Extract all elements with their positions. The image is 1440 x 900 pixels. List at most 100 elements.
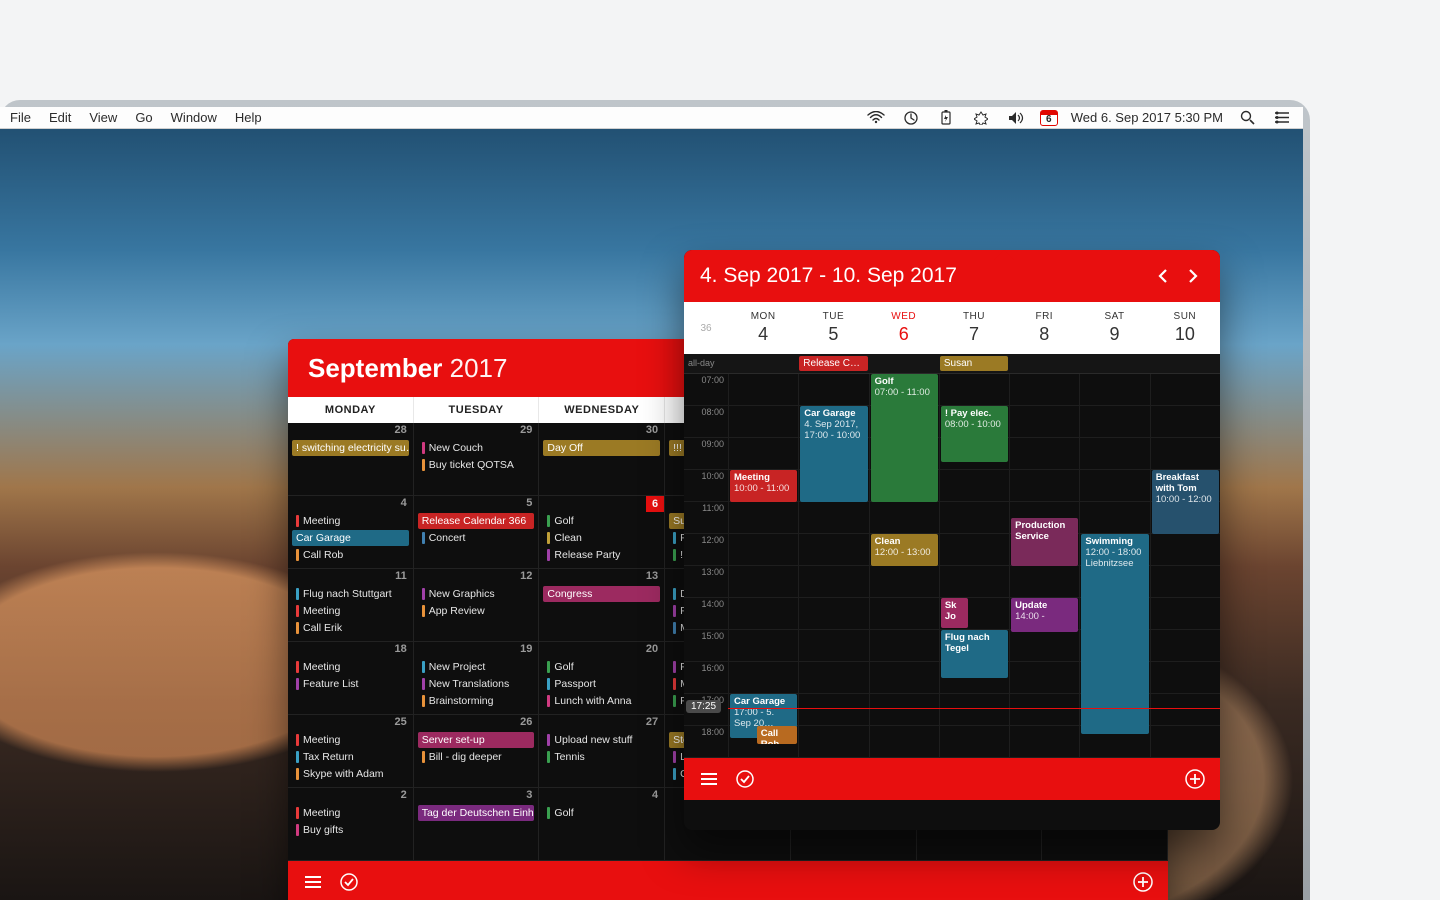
month-event[interactable]: Meeting <box>292 603 409 619</box>
menubar-calendar-icon[interactable]: 6 <box>1040 110 1058 126</box>
month-event[interactable]: Day Off <box>543 440 660 456</box>
month-day-cell[interactable]: 4MeetingCar GarageCall Rob <box>288 496 414 569</box>
month-event[interactable]: Brainstorming <box>418 693 535 709</box>
week-event[interactable]: Update14:00 - <box>1011 598 1078 632</box>
menu-view[interactable]: View <box>89 110 117 125</box>
month-event[interactable]: New Translations <box>418 676 535 692</box>
menu-icon[interactable] <box>698 768 720 790</box>
month-day-cell[interactable]: 26Server set-upBill - dig deeper <box>414 715 540 788</box>
menu-go[interactable]: Go <box>135 110 152 125</box>
month-event[interactable]: Buy gifts <box>292 822 409 838</box>
allday-event[interactable]: Susan <box>940 356 1008 371</box>
allday-cell[interactable]: Release C… <box>798 354 868 373</box>
month-day-cell[interactable]: 18MeetingFeature List <box>288 642 414 715</box>
wifi-icon[interactable] <box>865 107 887 129</box>
month-event[interactable]: Feature List <box>292 676 409 692</box>
month-event[interactable]: Call Rob <box>292 547 409 563</box>
week-day-header[interactable]: TUE5 <box>798 302 868 354</box>
notification-center-icon[interactable] <box>1271 107 1293 129</box>
allday-cell[interactable] <box>1009 354 1079 373</box>
week-day-header[interactable]: MON4 <box>728 302 798 354</box>
month-day-cell[interactable]: 25MeetingTax ReturnSkype with Adam <box>288 715 414 788</box>
month-day-cell[interactable]: 5Release Calendar 366Concert <box>414 496 540 569</box>
month-day-cell[interactable]: 4Golf <box>539 788 665 861</box>
month-event[interactable]: Release Calendar 366 <box>418 513 535 529</box>
month-event[interactable]: Tax Return <box>292 749 409 765</box>
menu-help[interactable]: Help <box>235 110 262 125</box>
timemachine-icon[interactable] <box>900 107 922 129</box>
week-day-column[interactable]: Meeting10:00 - 11:00Car Garage17:00 - 5.… <box>728 374 798 758</box>
month-event[interactable]: Buy ticket QOTSA <box>418 457 535 473</box>
month-event[interactable]: App Review <box>418 603 535 619</box>
month-day-cell[interactable]: 20GolfPassportLunch with Anna <box>539 642 665 715</box>
month-day-cell[interactable]: 29New CouchBuy ticket QOTSA <box>414 423 540 496</box>
menu-icon[interactable] <box>302 871 324 893</box>
month-event[interactable]: Release Party <box>543 547 660 563</box>
week-event[interactable]: Flug nach Tegel <box>941 630 1008 678</box>
week-event[interactable]: Sk Jo <box>941 598 968 628</box>
month-day-cell[interactable]: 28! switching electricity su… <box>288 423 414 496</box>
allday-cell[interactable] <box>728 354 798 373</box>
week-day-header[interactable]: SAT9 <box>1079 302 1149 354</box>
month-day-cell[interactable]: 11Flug nach StuttgartMeetingCall Erik <box>288 569 414 642</box>
month-day-cell[interactable]: 27Upload new stuffTennis <box>539 715 665 788</box>
month-event[interactable]: Meeting <box>292 805 409 821</box>
month-event[interactable]: Tag der Deutschen Einh… <box>418 805 535 821</box>
month-event[interactable]: Skype with Adam <box>292 766 409 782</box>
week-day-column[interactable]: Golf07:00 - 11:00Clean12:00 - 13:00 <box>869 374 939 758</box>
week-event[interactable]: Clean12:00 - 13:00 <box>871 534 938 566</box>
month-day-cell[interactable]: 19New ProjectNew TranslationsBrainstormi… <box>414 642 540 715</box>
month-day-cell[interactable]: 6GolfCleanRelease Party <box>539 496 665 569</box>
month-event[interactable]: Call Erik <box>292 620 409 636</box>
month-day-cell[interactable]: 2MeetingBuy gifts <box>288 788 414 861</box>
week-day-header[interactable]: SUN10 <box>1150 302 1220 354</box>
week-day-column[interactable]: Production Service Update14:00 - <box>1009 374 1079 758</box>
week-event[interactable]: ! Pay elec.08:00 - 10:00 <box>941 406 1008 462</box>
menu-window[interactable]: Window <box>171 110 217 125</box>
month-event[interactable]: Server set-up <box>418 732 535 748</box>
allday-event[interactable]: Release C… <box>799 356 867 371</box>
volume-icon[interactable] <box>1005 107 1027 129</box>
checkmark-circle-icon[interactable] <box>734 768 756 790</box>
month-event[interactable]: Clean <box>543 530 660 546</box>
week-event[interactable]: Production Service <box>1011 518 1078 566</box>
month-event[interactable]: New Project <box>418 659 535 675</box>
prev-week-button[interactable] <box>1152 265 1174 287</box>
week-day-column[interactable]: Breakfast with Tom10:00 - 12:00 <box>1150 374 1220 758</box>
month-event[interactable]: Concert <box>418 530 535 546</box>
allday-cell[interactable] <box>1079 354 1149 373</box>
month-event[interactable]: Congress <box>543 586 660 602</box>
month-event[interactable]: Meeting <box>292 513 409 529</box>
week-day-header[interactable]: WED6 <box>869 302 939 354</box>
week-day-header[interactable]: FRI8 <box>1009 302 1079 354</box>
week-day-column[interactable]: Swimming12:00 - 18:00 Liebnitzsee <box>1079 374 1149 758</box>
month-day-cell[interactable]: 30Day Off <box>539 423 665 496</box>
month-event[interactable]: Meeting <box>292 659 409 675</box>
week-event[interactable]: Car Garage4. Sep 2017, 17:00 - 10:00 <box>800 406 867 502</box>
allday-cell[interactable] <box>1150 354 1220 373</box>
battery-icon[interactable] <box>935 107 957 129</box>
month-event[interactable]: Tennis <box>543 749 660 765</box>
week-day-column[interactable]: ! Pay elec.08:00 - 10:00 Sk JoFlug nach T… <box>939 374 1009 758</box>
month-day-cell[interactable]: 12New GraphicsApp Review <box>414 569 540 642</box>
next-week-button[interactable] <box>1182 265 1204 287</box>
spotlight-icon[interactable] <box>1236 107 1258 129</box>
month-event[interactable]: Golf <box>543 659 660 675</box>
month-event[interactable]: Passport <box>543 676 660 692</box>
month-event[interactable]: Golf <box>543 805 660 821</box>
month-event[interactable]: Flug nach Stuttgart <box>292 586 409 602</box>
month-event[interactable]: ! switching electricity su… <box>292 440 409 456</box>
week-day-header[interactable]: THU7 <box>939 302 1009 354</box>
add-event-button[interactable] <box>1132 871 1154 893</box>
month-day-cell[interactable]: 13Congress <box>539 569 665 642</box>
month-event[interactable]: New Couch <box>418 440 535 456</box>
week-event[interactable]: Call Rob <box>757 726 798 744</box>
menubar-datetime[interactable]: Wed 6. Sep 2017 5:30 PM <box>1071 110 1223 125</box>
week-event[interactable]: Meeting10:00 - 11:00 <box>730 470 797 502</box>
month-event[interactable]: Upload new stuff <box>543 732 660 748</box>
month-event[interactable]: Meeting <box>292 732 409 748</box>
month-event[interactable]: New Graphics <box>418 586 535 602</box>
week-event[interactable]: Swimming12:00 - 18:00 Liebnitzsee <box>1081 534 1148 734</box>
menu-file[interactable]: File <box>10 110 31 125</box>
add-event-button[interactable] <box>1184 768 1206 790</box>
